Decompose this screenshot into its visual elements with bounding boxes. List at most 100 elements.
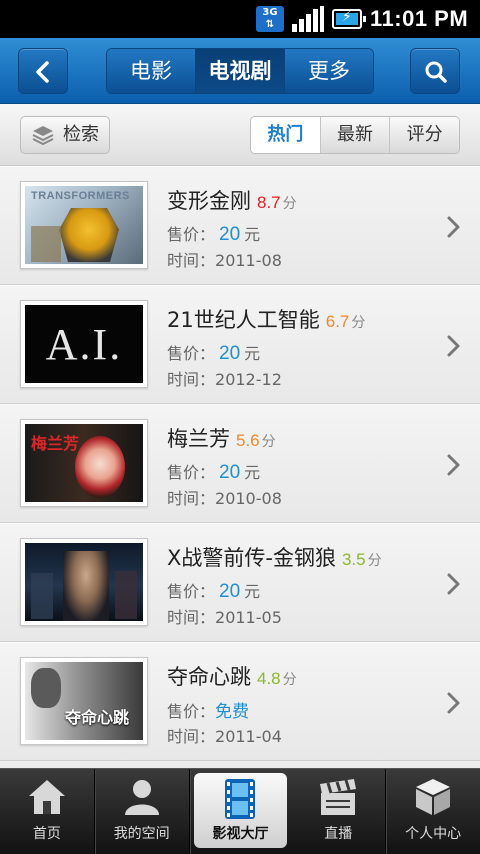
date-value: 2011-08 — [215, 251, 282, 270]
item-score: 6.7 — [325, 312, 350, 331]
time-prefix: 时间： — [167, 608, 216, 627]
header-bar: 电影 电视剧 更多 — [0, 38, 480, 104]
nav-tab-home[interactable]: 首页 — [0, 769, 95, 854]
date-value: 2011-04 — [215, 727, 282, 746]
item-date: 时间：2011-08 — [167, 247, 282, 271]
item-title: 21世纪人工智能 — [167, 308, 320, 332]
price-prefix: 售价： — [167, 344, 216, 363]
price-value: 20 — [219, 462, 241, 483]
list-item[interactable]: 梅兰芳 梅兰芳 5.6 分 售价： 20 元 时间：2010-08 — [0, 404, 480, 523]
chevron-right-icon — [447, 692, 460, 714]
score-unit: 分 — [282, 672, 297, 688]
filter-bar: 检索 热门 最新 评分 — [0, 104, 480, 166]
item-price: 售价：免费 — [167, 697, 249, 722]
date-value: 2012-12 — [215, 370, 282, 389]
time-prefix: 时间： — [167, 489, 216, 508]
price-value: 免费 — [215, 702, 250, 722]
tab-more[interactable]: 更多 — [285, 49, 373, 93]
price-value: 20 — [219, 581, 241, 602]
score-unit: 分 — [351, 315, 366, 331]
score-unit: 分 — [367, 553, 382, 569]
chevron-right-icon — [447, 335, 460, 357]
poster-thumbnail: A.I. — [20, 300, 148, 388]
search-button[interactable] — [410, 48, 460, 94]
poster-thumbnail: 夺命心跳 — [20, 657, 148, 745]
battery-icon: ⚡ — [332, 9, 366, 29]
back-arrow-icon — [36, 61, 49, 83]
nav-tab-video-hall[interactable]: 影视大厅 — [193, 773, 288, 848]
clock: 11:01 PM — [370, 6, 469, 31]
home-icon — [28, 780, 65, 814]
nav-label: 我的空间 — [113, 826, 170, 842]
search-icon — [425, 61, 447, 83]
poster-title-text: 夺命心跳 — [65, 708, 130, 727]
item-date: 时间：2012-12 — [167, 366, 282, 390]
list-item[interactable]: A.I. 21世纪人工智能 6.7 分 售价： 20 元 时间：2012-12 — [0, 285, 480, 404]
poster-thumbnail — [20, 538, 148, 626]
filter-button[interactable]: 检索 — [20, 116, 110, 154]
price-prefix: 售价： — [167, 463, 216, 482]
poster-thumbnail: TRANSFORMERS — [20, 181, 148, 269]
currency-unit: 元 — [244, 463, 261, 482]
tab-movies[interactable]: 电影 — [107, 49, 196, 93]
poster-thumbnail: 梅兰芳 — [20, 419, 148, 507]
date-value: 2010-08 — [215, 489, 282, 508]
price-value: 20 — [219, 343, 241, 364]
nav-label: 个人中心 — [405, 826, 462, 842]
currency-unit: 元 — [244, 582, 261, 601]
item-price: 售价： 20 元 — [167, 578, 260, 603]
chevron-right-icon — [447, 573, 460, 595]
chevron-right-icon — [447, 216, 460, 238]
price-prefix: 售价： — [167, 702, 216, 721]
sort-tab-latest[interactable]: 最新 — [320, 117, 391, 153]
poster-title-text: 梅兰芳 — [31, 434, 80, 453]
back-button[interactable] — [18, 48, 68, 94]
poster-title-text: TRANSFORMERS — [31, 190, 130, 202]
sort-tab-rating[interactable]: 评分 — [390, 117, 459, 153]
film-icon — [225, 779, 256, 819]
status-bar: 3G ⇅ ⚡ 11:01 PM — [0, 0, 480, 38]
item-score: 3.5 — [341, 550, 366, 569]
filter-label: 检索 — [63, 124, 99, 145]
list-item[interactable]: 夺命心跳 夺命心跳 4.8 分 售价：免费 时间：2011-04 — [0, 642, 480, 761]
list-item[interactable]: TRANSFORMERS 变形金刚 8.7 分 售价： 20 元 时间：2011-08 — [0, 166, 480, 285]
date-value: 2011-05 — [215, 608, 282, 627]
nav-label: 直播 — [324, 826, 353, 842]
nav-tab-live[interactable]: 直播 — [291, 769, 387, 854]
user-icon — [124, 780, 159, 815]
item-score: 4.8 — [257, 669, 281, 688]
tab-tv-series[interactable]: 电视剧 — [196, 49, 285, 93]
time-prefix: 时间： — [167, 727, 216, 746]
sort-tabs: 热门 最新 评分 — [250, 116, 460, 154]
item-price: 售价： 20 元 — [167, 221, 260, 246]
item-score: 8.7 — [257, 193, 281, 212]
item-title: X战警前传-金钢狼 — [167, 546, 336, 570]
video-list: TRANSFORMERS 变形金刚 8.7 分 售价： 20 元 时间：2011-08 … — [0, 166, 480, 768]
currency-unit: 元 — [244, 344, 261, 363]
item-date: 时间：2010-08 — [167, 485, 282, 509]
nav-tab-profile[interactable]: 个人中心 — [386, 769, 480, 854]
price-prefix: 售价： — [167, 582, 216, 601]
item-title: 梅兰芳 — [167, 427, 230, 451]
item-price: 售价： 20 元 — [167, 340, 260, 365]
bottom-nav: 首页 我的空间 影视大厅 直播 个人中心 — [0, 768, 480, 854]
item-date: 时间：2011-05 — [167, 604, 282, 628]
nav-tab-my-space[interactable]: 我的空间 — [95, 769, 190, 854]
nav-label: 影视大厅 — [212, 826, 269, 842]
item-date: 时间：2011-04 — [167, 723, 282, 747]
layers-icon — [32, 126, 54, 146]
poster-title-text: A.I. — [45, 320, 123, 369]
item-price: 售价： 20 元 — [167, 459, 260, 484]
network-label: 3G — [262, 7, 278, 18]
item-score: 5.6 — [236, 431, 260, 450]
clapperboard-icon — [320, 779, 357, 815]
time-prefix: 时间： — [167, 251, 216, 270]
chevron-right-icon — [447, 454, 460, 476]
category-tabs: 电影 电视剧 更多 — [106, 48, 374, 94]
time-prefix: 时间： — [167, 370, 216, 389]
list-item[interactable]: X战警前传-金钢狼 3.5 分 售价： 20 元 时间：2011-05 — [0, 523, 480, 642]
item-title: 夺命心跳 — [167, 665, 251, 689]
sort-tab-hot[interactable]: 热门 — [251, 117, 321, 153]
price-value: 20 — [219, 224, 241, 245]
currency-unit: 元 — [244, 225, 261, 244]
